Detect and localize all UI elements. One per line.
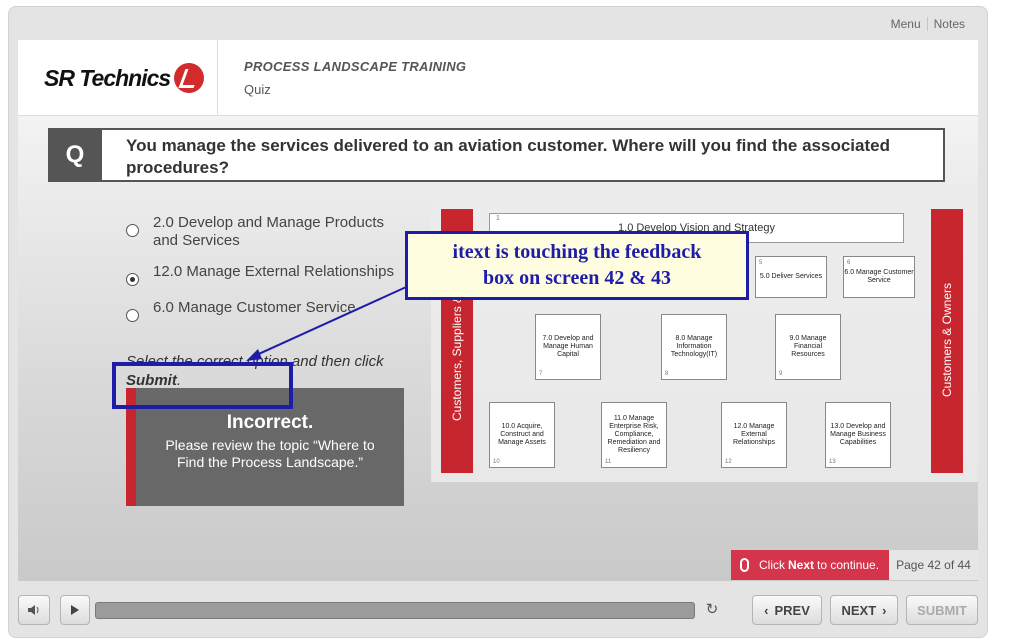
progress-bar[interactable] (95, 602, 695, 619)
process-num: 7 (539, 371, 543, 377)
player-controls: ↻ ‹ PREV NEXT › SUBMIT (18, 592, 978, 628)
answer-option[interactable]: 2.0 Develop and Manage Products and Serv… (126, 214, 406, 250)
submit-button[interactable]: SUBMIT (906, 595, 978, 625)
annotation-highlight-box (112, 362, 293, 409)
answer-option-label: 2.0 Develop and Manage Products and Serv… (153, 214, 384, 249)
annotation-callout: itext is touching the feedback box on sc… (405, 231, 749, 300)
process-label: 10.0 Acquire, Construct and Manage Asset… (498, 423, 546, 446)
process-box: 8.0 Manage Information Technology(IT) 8 (661, 314, 727, 380)
process-box: 7.0 Develop and Manage Human Capital 7 (535, 314, 601, 380)
process-box: 9.0 Manage Financial Resources 9 (775, 314, 841, 380)
slide-stage: Q You manage the services delivered to a… (18, 116, 978, 581)
process-chevron: 5 5.0 Deliver Services (755, 256, 827, 298)
process-chevron: 6 6.0 Manage Customer Service (843, 256, 915, 298)
volume-button[interactable] (18, 595, 50, 625)
radio-button[interactable] (126, 309, 139, 322)
next-label: NEXT (841, 602, 877, 618)
process-num: 8 (665, 371, 669, 377)
mouse-icon (740, 558, 749, 572)
answer-option-label: 6.0 Manage Customer Service (153, 299, 356, 316)
course-title: PROCESS LANDSCAPE TRAINING (244, 59, 467, 74)
process-label: 9.0 Manage Financial Resources (789, 335, 827, 358)
process-num: 5 (759, 260, 763, 266)
feedback-body: Please review the topic “Where to Find t… (165, 437, 375, 470)
process-num: 6 (847, 260, 851, 266)
question-badge: Q (48, 128, 102, 182)
answer-option[interactable]: 12.0 Manage External Relationships (126, 263, 406, 286)
process-box: 10.0 Acquire, Construct and Manage Asset… (489, 402, 555, 468)
play-button[interactable] (60, 595, 90, 625)
annotation-line1: itext is touching the feedback (452, 241, 702, 263)
radio-button-selected[interactable] (126, 273, 139, 286)
menu-link[interactable]: Menu (885, 17, 927, 31)
notes-link[interactable]: Notes (928, 17, 971, 31)
logo-mark-icon (174, 63, 205, 93)
answer-options: 2.0 Develop and Manage Products and Serv… (126, 214, 406, 335)
next-button[interactable]: NEXT › (830, 595, 898, 625)
process-label: 12.0 Manage External Relationships (732, 423, 776, 446)
left-bar-label: Customers, Suppliers & P (450, 283, 464, 421)
course-header: SR Technics PROCESS LANDSCAPE TRAINING Q… (18, 40, 978, 116)
annotation-line2: box on screen 42 & 43 (483, 267, 671, 289)
top-nav: Menu Notes (885, 17, 971, 31)
replay-icon[interactable]: ↻ (701, 599, 723, 621)
process-label: 8.0 Manage Information Technology(IT) (670, 335, 718, 358)
play-icon (71, 605, 79, 615)
prev-label: PREV (774, 602, 810, 618)
next-hint: Click Next to continue. (731, 550, 889, 580)
feedback-title: Incorrect. (226, 412, 314, 433)
logo-text: SR Technics (44, 64, 171, 91)
top-banner-num: 1 (496, 215, 500, 222)
process-num: 12 (725, 459, 732, 465)
chevron-right-icon: › (882, 602, 887, 618)
process-num: 11 (605, 459, 612, 465)
right-bar-label: Customers & Owners (940, 282, 954, 397)
process-box: 13.0 Develop and Manage Business Capabil… (825, 402, 891, 468)
diagram-right-bar: Customers & Owners (931, 209, 963, 473)
speaker-icon (28, 605, 39, 615)
process-label: 7.0 Develop and Manage Human Capital (542, 335, 594, 358)
course-subtitle: Quiz (244, 82, 271, 97)
answer-option[interactable]: 6.0 Manage Customer Service (126, 299, 406, 322)
process-num: 10 (493, 459, 500, 465)
process-label: 5.0 Deliver Services (759, 273, 823, 280)
process-label: 11.0 Manage Enterprise Risk, Compliance,… (607, 415, 661, 454)
process-label: 13.0 Develop and Manage Business Capabil… (830, 423, 886, 446)
radio-button[interactable] (126, 224, 139, 237)
page-counter: Page 42 of 44 (889, 550, 978, 580)
hint-suffix: to continue. (817, 558, 880, 572)
logo: SR Technics (18, 40, 218, 116)
hint-prefix: Click (759, 558, 785, 572)
process-box: 12.0 Manage External Relationships 12 (721, 402, 787, 468)
prev-button[interactable]: ‹ PREV (752, 595, 822, 625)
hint-bold: Next (788, 558, 815, 572)
chevron-left-icon: ‹ (764, 602, 769, 618)
question-text: You manage the services delivered to an … (126, 136, 890, 177)
process-label: 6.0 Manage Customer Service (844, 269, 914, 284)
answer-option-label: 12.0 Manage External Relationships (153, 263, 394, 280)
process-num: 13 (829, 459, 836, 465)
question-bar: Q You manage the services delivered to a… (48, 128, 945, 182)
process-box: 11.0 Manage Enterprise Risk, Compliance,… (601, 402, 667, 468)
process-num: 9 (779, 371, 783, 377)
